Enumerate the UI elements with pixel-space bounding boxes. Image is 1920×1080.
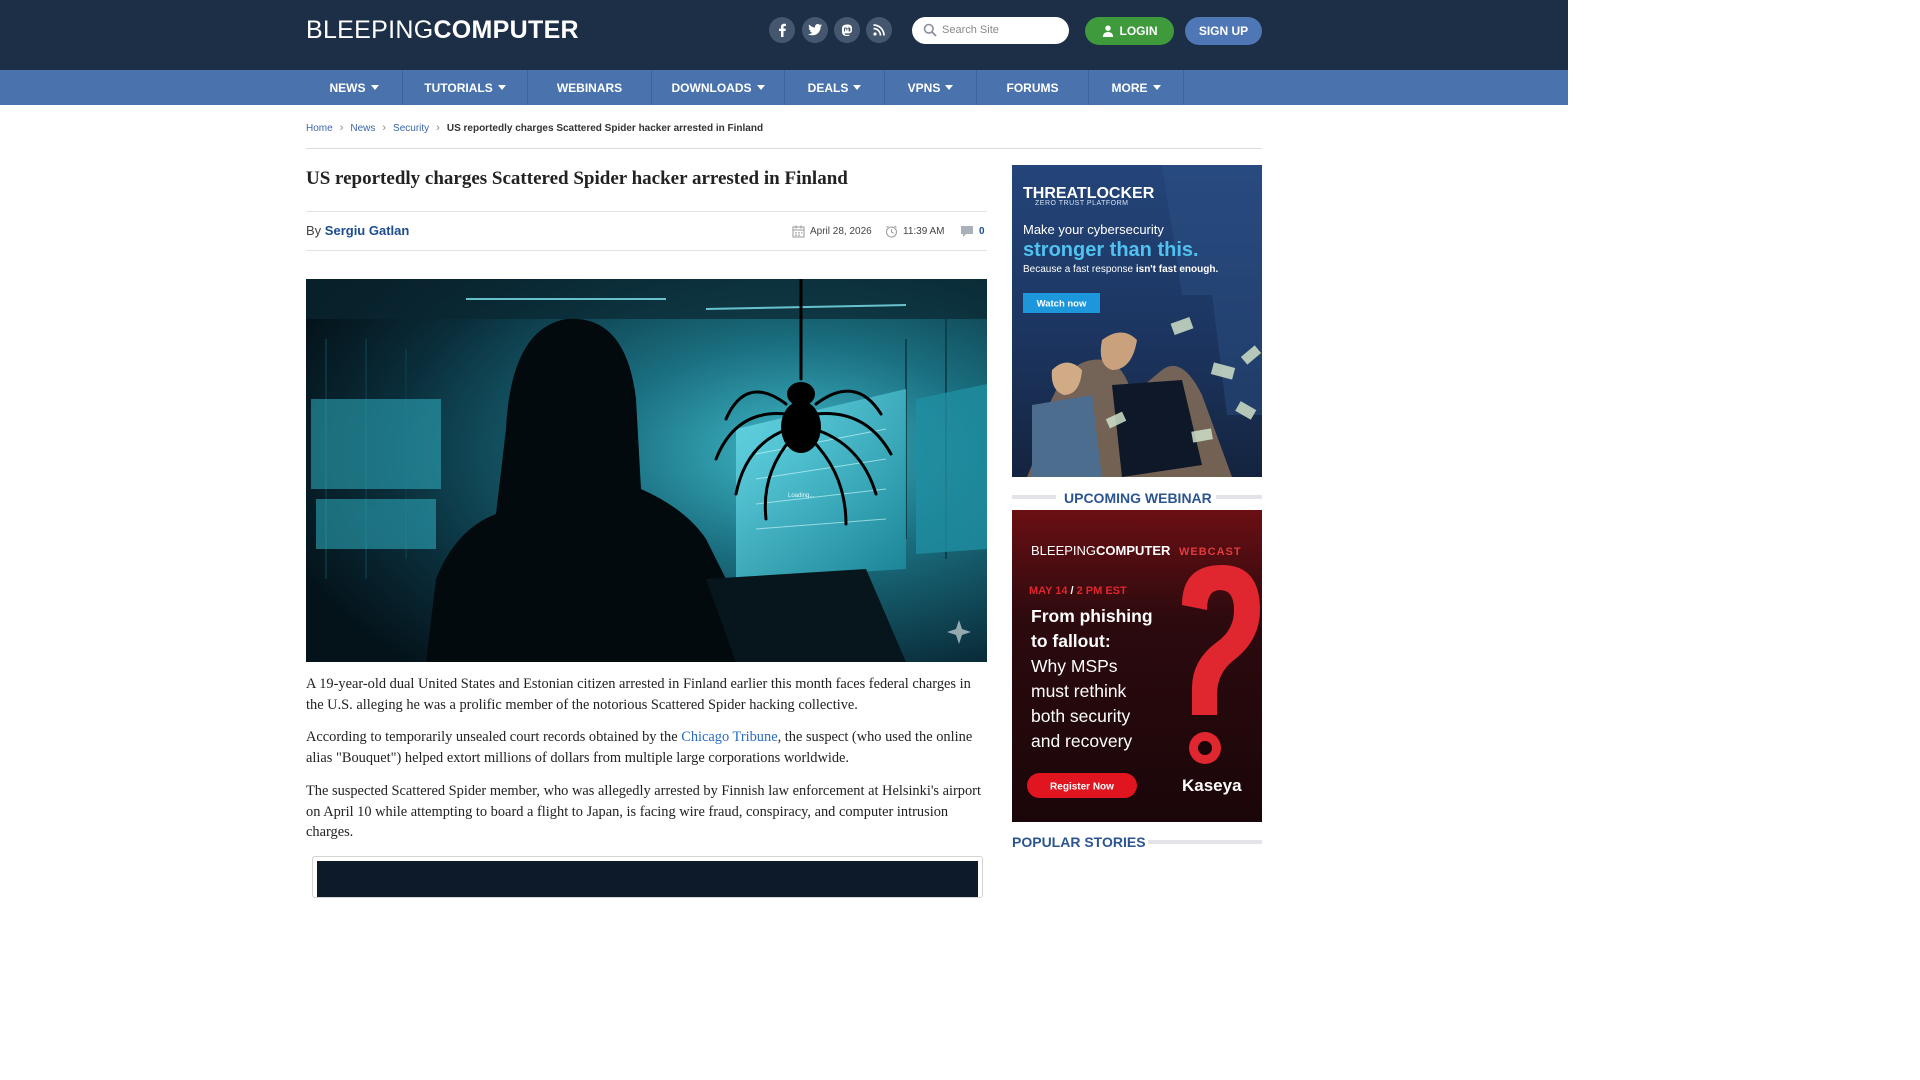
divider — [1216, 495, 1262, 499]
nav-item-more[interactable]: MORE — [1088, 70, 1184, 105]
nav-item-vpns[interactable]: VPNS — [884, 70, 976, 105]
chevron-right-icon: › — [436, 122, 440, 134]
ad2-date: MAY 14/2 PM EST — [1029, 585, 1127, 597]
ad2-headline-line2: to fallout: — [1031, 631, 1111, 651]
ad1-brand-sub: ZERO TRUST PLATFORM — [1035, 200, 1129, 207]
article-paragraph: According to temporarily unsealed court … — [306, 729, 973, 766]
search-box[interactable] — [912, 17, 1069, 44]
article-paragraph: The suspected Scattered Spider member, w… — [306, 783, 981, 840]
divider — [306, 148, 1262, 149]
ad1-line2: stronger than this. — [1023, 239, 1199, 261]
search-icon — [923, 23, 937, 37]
site-logo[interactable]: BLEEPINGCOMPUTER — [306, 16, 579, 45]
author-link[interactable]: Sergiu Gatlan — [325, 223, 410, 238]
webinar-ad[interactable]: BLEEPINGCOMPUTER WEBCAST MAY 14/2 PM EST… — [1012, 510, 1262, 822]
caret-down-icon — [370, 85, 379, 90]
nav-item-forums[interactable]: FORUMS — [976, 70, 1088, 105]
article-time: 11:39 AM — [885, 225, 945, 238]
mastodon-icon[interactable] — [834, 17, 860, 43]
caret-down-icon — [1152, 85, 1161, 90]
hero-loading-text: Loading... — [788, 493, 815, 499]
time-text: 11:39 AM — [903, 226, 945, 237]
breadcrumb-security[interactable]: Security — [393, 123, 429, 134]
ad2-body-line1: Why MSPs — [1031, 656, 1118, 676]
divider — [306, 211, 987, 212]
clock-icon — [886, 225, 897, 238]
caret-down-icon — [756, 85, 765, 90]
ad2-sponsor-logo: Kaseya — [1182, 776, 1242, 795]
comments-link[interactable]: 0 — [960, 225, 985, 238]
divider — [1012, 495, 1056, 499]
divider — [1148, 840, 1262, 844]
embedded-image — [312, 856, 983, 898]
article-title: US reportedly charges Scattered Spider h… — [306, 168, 848, 189]
nav-item-news[interactable]: NEWS — [306, 70, 402, 105]
signup-button[interactable]: SIGN UP — [1185, 17, 1262, 45]
ad1-line3: Because a fast response isn't fast enoug… — [1023, 264, 1218, 275]
caret-down-icon — [853, 85, 862, 90]
facebook-icon[interactable] — [769, 17, 795, 43]
ad2-cta-label: Register Now — [1050, 782, 1114, 793]
nav-item-tutorials[interactable]: TUTORIALS — [402, 70, 527, 105]
user-icon — [1102, 25, 1113, 37]
ad1-cta-label: Watch now — [1037, 299, 1087, 310]
login-label: LOGIN — [1119, 24, 1158, 38]
rss-icon[interactable] — [866, 17, 892, 43]
article-hero-image: Loading... — [306, 279, 987, 662]
caret-down-icon — [497, 85, 506, 90]
chicago-tribune-link[interactable]: Chicago Tribune — [681, 729, 777, 745]
byline: By Sergiu Gatlan — [306, 223, 409, 238]
byline-prefix: By — [306, 223, 322, 238]
article-date: April 28, 2026 — [792, 225, 872, 238]
ad2-webcast-tag: WEBCAST — [1179, 546, 1242, 558]
login-button[interactable]: LOGIN — [1085, 17, 1174, 45]
article-paragraph: A 19-year-old dual United States and Est… — [306, 676, 971, 713]
nav-item-downloads[interactable]: DOWNLOADS — [651, 70, 784, 105]
breadcrumb: Home › News › Security › US reportedly c… — [306, 122, 763, 134]
calendar-icon — [792, 225, 805, 238]
comment-icon — [961, 226, 973, 237]
logo-text-part1: BLEEPING — [306, 16, 434, 44]
ad2-headline-line1: From phishing — [1031, 606, 1153, 626]
nav-item-webinars[interactable]: WEBINARS — [527, 70, 651, 105]
signup-label: SIGN UP — [1198, 24, 1249, 38]
twitter-icon[interactable] — [802, 17, 828, 43]
logo-text-part2: COMPUTER — [433, 16, 579, 44]
ad1-line1: Make your cybersecurity — [1023, 222, 1164, 237]
caret-down-icon — [945, 85, 954, 90]
search-input[interactable] — [942, 21, 1062, 39]
breadcrumb-home[interactable]: Home — [306, 123, 333, 134]
ad2-body-line3: both security — [1031, 706, 1130, 726]
ad2-brand: BLEEPINGCOMPUTER — [1031, 543, 1171, 558]
breadcrumb-current: US reportedly charges Scattered Spider h… — [446, 122, 764, 134]
comments-count: 0 — [979, 226, 985, 237]
divider — [306, 250, 987, 251]
nav-item-deals[interactable]: DEALS — [784, 70, 884, 105]
date-text: April 28, 2026 — [810, 226, 872, 237]
breadcrumb-news[interactable]: News — [350, 123, 375, 134]
upcoming-webinar-heading: UPCOMING WEBINAR — [1064, 490, 1212, 506]
popular-stories-heading: POPULAR STORIES — [1012, 834, 1146, 850]
ad2-body-line2: must rethink — [1031, 681, 1127, 701]
chevron-right-icon: › — [339, 122, 344, 134]
threatlocker-ad[interactable]: THREATLOCKER ZERO TRUST PLATFORM Make yo… — [1012, 165, 1262, 477]
ad2-body-line4: and recovery — [1031, 731, 1132, 751]
chevron-right-icon: › — [382, 122, 387, 134]
